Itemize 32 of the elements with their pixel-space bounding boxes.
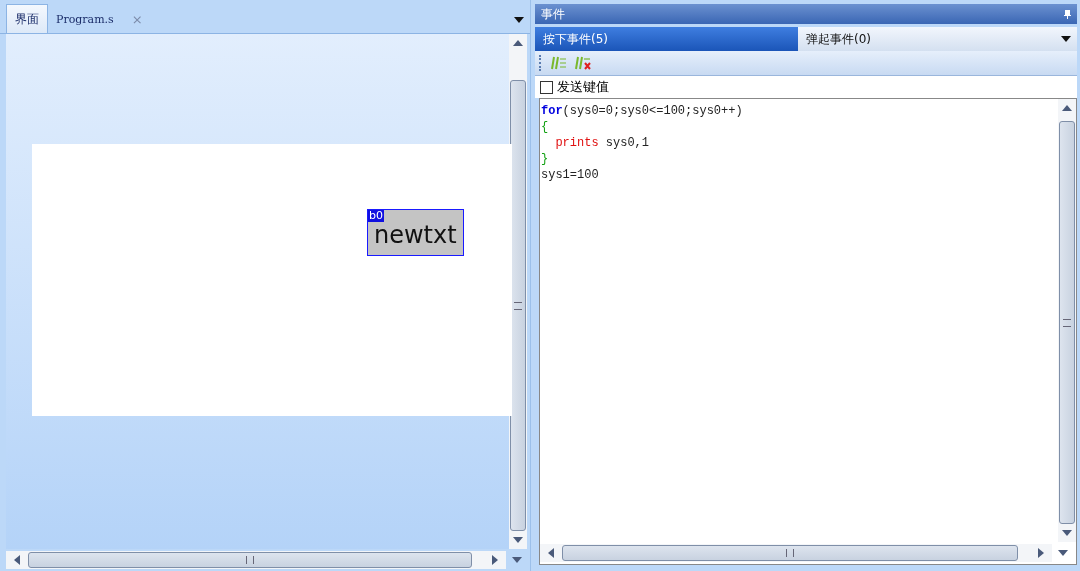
code-line: for(sys0=0;sys0<=100;sys0++) [541,103,743,119]
code-line: } [541,151,549,167]
scrollbar-thumb[interactable] [510,80,526,531]
scrollbar-thumb[interactable] [562,545,1018,561]
text-widget[interactable]: b0 newtxt [367,209,464,256]
dropdown-icon[interactable] [1061,36,1071,42]
scroll-left-icon[interactable] [548,548,554,558]
uncomment-icon[interactable] [575,56,591,70]
scroll-up-icon[interactable] [1062,105,1072,111]
panel-title: 事件 [541,5,565,23]
scroll-right-icon[interactable] [492,555,498,565]
widget-text: newtxt [373,222,458,248]
code-line: { [541,119,549,135]
dropdown-icon[interactable] [514,17,524,23]
editor-tab[interactable]: 界面 [6,4,48,33]
scroll-down-icon[interactable] [1062,530,1072,536]
code-line: prints sys0,1 [554,135,650,151]
code-line: sys1=100 [541,167,599,183]
dropdown-icon[interactable] [1058,550,1068,556]
scroll-left-icon[interactable] [14,555,20,565]
scrollbar-thumb[interactable] [1059,121,1075,524]
scroll-up-icon[interactable] [513,40,523,46]
checkbox-label: 发送键值 [557,78,609,96]
scrollbar-thumb[interactable] [28,552,472,568]
event-tab[interactable]: 按下事件(5) [535,27,798,51]
event-tab[interactable]: 弹起事件(0) [798,27,1061,51]
widget-id: b0 [368,210,384,222]
scroll-down-icon[interactable] [513,537,523,543]
editor-tab[interactable]: Program.s × [48,5,151,33]
scroll-right-icon[interactable] [1038,548,1044,558]
checkbox[interactable] [540,80,553,94]
pin-icon[interactable] [1064,9,1071,19]
